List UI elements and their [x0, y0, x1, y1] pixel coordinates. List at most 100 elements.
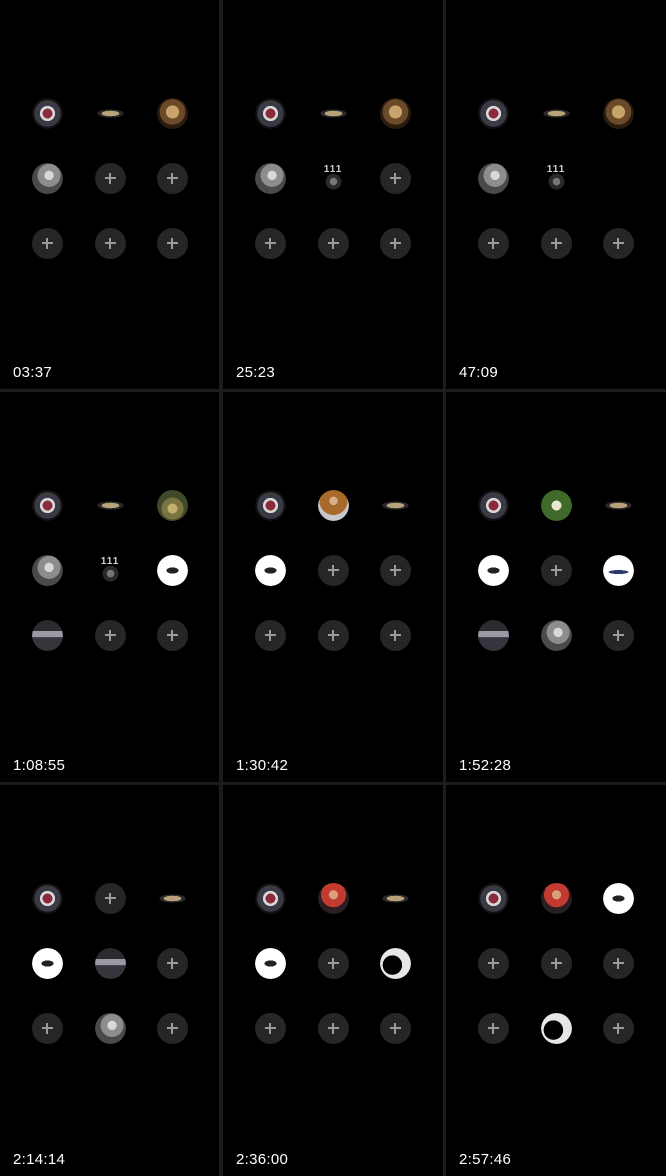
gray-portrait-avatar[interactable]: [31, 554, 63, 586]
cards-avatar[interactable]: [31, 882, 63, 914]
plus-icon[interactable]: [317, 554, 349, 586]
plus-icon[interactable]: [317, 947, 349, 979]
wolf-111-avatar[interactable]: [94, 554, 126, 586]
white-text-avatar[interactable]: [602, 554, 634, 586]
plus-icon[interactable]: [379, 1012, 411, 1044]
cards-avatar[interactable]: [254, 97, 286, 129]
white-logo-avatar-image: [602, 882, 634, 914]
plus-icon[interactable]: [254, 227, 286, 259]
plus-icon[interactable]: [156, 227, 188, 259]
plus-icon[interactable]: [379, 162, 411, 194]
white-logo-avatar[interactable]: [156, 554, 188, 586]
gray-portrait-avatar[interactable]: [94, 1012, 126, 1044]
white-logo-avatar-image: [254, 554, 286, 586]
cars-logo-avatar[interactable]: [94, 489, 126, 521]
car-bw-avatar[interactable]: [94, 947, 126, 979]
gray-portrait-avatar-image: [540, 619, 572, 651]
silhouette-avatar[interactable]: [379, 947, 411, 979]
plus-icon[interactable]: [156, 619, 188, 651]
plus-icon[interactable]: [602, 1012, 634, 1044]
plus-icon[interactable]: [94, 162, 126, 194]
cars-logo-avatar[interactable]: [540, 97, 572, 129]
gray-portrait-avatar[interactable]: [254, 162, 286, 194]
white-logo-avatar[interactable]: [31, 947, 63, 979]
plus-icon[interactable]: [94, 882, 126, 914]
frame-timestamp: 1:08:55: [13, 757, 66, 774]
white-logo-avatar[interactable]: [477, 554, 509, 586]
bag-avatar[interactable]: [602, 97, 634, 129]
plus-icon[interactable]: [540, 227, 572, 259]
cards-avatar[interactable]: [254, 489, 286, 521]
plus-icon[interactable]: [156, 1012, 188, 1044]
cars-logo-avatar-image: [540, 97, 572, 129]
car-bw-avatar[interactable]: [477, 619, 509, 651]
gray-portrait-avatar[interactable]: [540, 619, 572, 651]
plus-icon[interactable]: [540, 554, 572, 586]
plus-icon[interactable]: [317, 1012, 349, 1044]
plus-icon[interactable]: [477, 227, 509, 259]
car-bw-avatar-image: [31, 619, 63, 651]
forest-avatar[interactable]: [156, 489, 188, 521]
cards-avatar[interactable]: [477, 489, 509, 521]
cars-logo-avatar[interactable]: [94, 97, 126, 129]
man-avatar[interactable]: [317, 882, 349, 914]
white-logo-avatar[interactable]: [254, 947, 286, 979]
car-bw-avatar[interactable]: [31, 619, 63, 651]
video-frame: 47:09: [446, 0, 666, 389]
bag-avatar[interactable]: [156, 97, 188, 129]
plus-icon[interactable]: [254, 619, 286, 651]
cards-avatar[interactable]: [477, 97, 509, 129]
plus-icon[interactable]: [156, 947, 188, 979]
man-avatar[interactable]: [540, 882, 572, 914]
cars-logo-avatar[interactable]: [156, 882, 188, 914]
plus-icon[interactable]: [94, 619, 126, 651]
plus-icon[interactable]: [317, 619, 349, 651]
frame-timestamp: 03:37: [13, 364, 53, 381]
cards-avatar[interactable]: [31, 97, 63, 129]
wolf-111-avatar-image: [94, 554, 126, 586]
cards-avatar-image: [477, 97, 509, 129]
cars-logo-avatar[interactable]: [317, 97, 349, 129]
plus-icon[interactable]: [379, 554, 411, 586]
emblem-avatar[interactable]: [540, 489, 572, 521]
child-avatar[interactable]: [317, 489, 349, 521]
cards-avatar-image: [254, 97, 286, 129]
silhouette-avatar-image: [540, 1012, 572, 1044]
cards-avatar-image: [477, 882, 509, 914]
plus-icon[interactable]: [379, 227, 411, 259]
wolf-111-avatar-image: [540, 162, 572, 194]
cards-avatar[interactable]: [31, 489, 63, 521]
plus-icon[interactable]: [31, 1012, 63, 1044]
video-frame: 2:14:14: [0, 785, 219, 1176]
wolf-111-avatar[interactable]: [317, 162, 349, 194]
cars-logo-avatar[interactable]: [379, 882, 411, 914]
frame-timestamp: 1:30:42: [236, 757, 289, 774]
gray-portrait-avatar[interactable]: [477, 162, 509, 194]
cards-avatar-image: [254, 882, 286, 914]
plus-icon[interactable]: [31, 227, 63, 259]
cards-avatar[interactable]: [254, 882, 286, 914]
plus-icon[interactable]: [540, 947, 572, 979]
plus-icon[interactable]: [477, 1012, 509, 1044]
plus-icon[interactable]: [602, 947, 634, 979]
plus-icon[interactable]: [379, 619, 411, 651]
cars-logo-avatar-image: [94, 97, 126, 129]
cars-logo-avatar-image: [317, 97, 349, 129]
silhouette-avatar[interactable]: [540, 1012, 572, 1044]
plus-icon[interactable]: [477, 947, 509, 979]
plus-icon[interactable]: [94, 227, 126, 259]
plus-icon[interactable]: [254, 1012, 286, 1044]
cards-avatar[interactable]: [477, 882, 509, 914]
plus-icon[interactable]: [602, 619, 634, 651]
cars-logo-avatar[interactable]: [602, 489, 634, 521]
cars-logo-avatar[interactable]: [379, 489, 411, 521]
cards-avatar-image: [31, 489, 63, 521]
plus-icon[interactable]: [156, 162, 188, 194]
white-logo-avatar[interactable]: [602, 882, 634, 914]
wolf-111-avatar[interactable]: [540, 162, 572, 194]
bag-avatar[interactable]: [379, 97, 411, 129]
plus-icon[interactable]: [602, 227, 634, 259]
plus-icon[interactable]: [317, 227, 349, 259]
white-logo-avatar[interactable]: [254, 554, 286, 586]
gray-portrait-avatar[interactable]: [31, 162, 63, 194]
